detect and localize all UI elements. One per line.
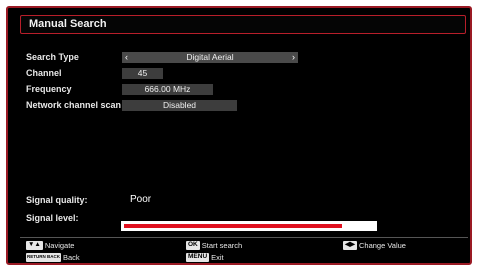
signal-level-bar: [121, 221, 377, 231]
network-scan-row[interactable]: Network channel scan Disabled: [26, 100, 466, 112]
search-type-label: Search Type: [26, 52, 79, 62]
search-type-row[interactable]: Search Type ‹ Digital Aerial ›: [26, 52, 466, 64]
signal-quality-value: Poor: [130, 194, 152, 205]
left-right-arrows-icon: ◀▶: [343, 240, 357, 250]
ok-key: OK: [186, 240, 200, 250]
network-scan-field[interactable]: Disabled: [122, 100, 237, 111]
navigate-hint: ▼▲ Navigate: [26, 240, 74, 250]
right-arrow-icon[interactable]: ›: [292, 52, 295, 63]
channel-row[interactable]: Channel 45: [26, 68, 466, 80]
network-scan-value: Disabled: [162, 100, 197, 110]
change-value-label: Change Value: [359, 240, 406, 250]
up-down-arrows-icon: ▼▲: [26, 240, 43, 250]
search-type-value: Digital Aerial: [186, 52, 234, 62]
menu-key: MENU: [186, 252, 210, 262]
title-bar: Manual Search: [20, 15, 466, 34]
signal-level-fill: [124, 224, 342, 228]
exit-label: Exit: [211, 252, 224, 262]
frequency-value: 666.00 MHz: [144, 84, 191, 94]
left-arrow-icon[interactable]: ‹: [125, 52, 128, 63]
page-title: Manual Search: [29, 18, 107, 30]
signal-level-label: Signal level:: [26, 213, 79, 223]
return-back-key: RETURN BACK: [26, 252, 61, 262]
frequency-row[interactable]: Frequency 666.00 MHz: [26, 84, 466, 96]
signal-quality-label: Signal quality:: [26, 195, 88, 205]
footer-divider: [20, 237, 468, 238]
start-search-label: Start search: [201, 240, 243, 250]
back-label: Back: [63, 252, 80, 262]
channel-value: 45: [137, 68, 148, 78]
back-hint: RETURN BACK Back: [26, 252, 80, 262]
manual-search-screen: Manual Search Search Type ‹ Digital Aeri…: [6, 6, 472, 265]
exit-hint: MENU Exit: [186, 252, 224, 262]
frequency-field[interactable]: 666.00 MHz: [122, 84, 213, 95]
start-search-hint: OK Start search: [186, 240, 242, 250]
network-scan-label: Network channel scan: [26, 100, 122, 110]
navigate-label: Navigate: [44, 240, 75, 250]
search-type-select[interactable]: ‹ Digital Aerial ›: [122, 52, 298, 63]
change-value-hint: ◀▶ Change Value: [343, 240, 406, 250]
channel-field[interactable]: 45: [122, 68, 163, 79]
frequency-label: Frequency: [26, 84, 72, 94]
channel-label: Channel: [26, 68, 62, 78]
